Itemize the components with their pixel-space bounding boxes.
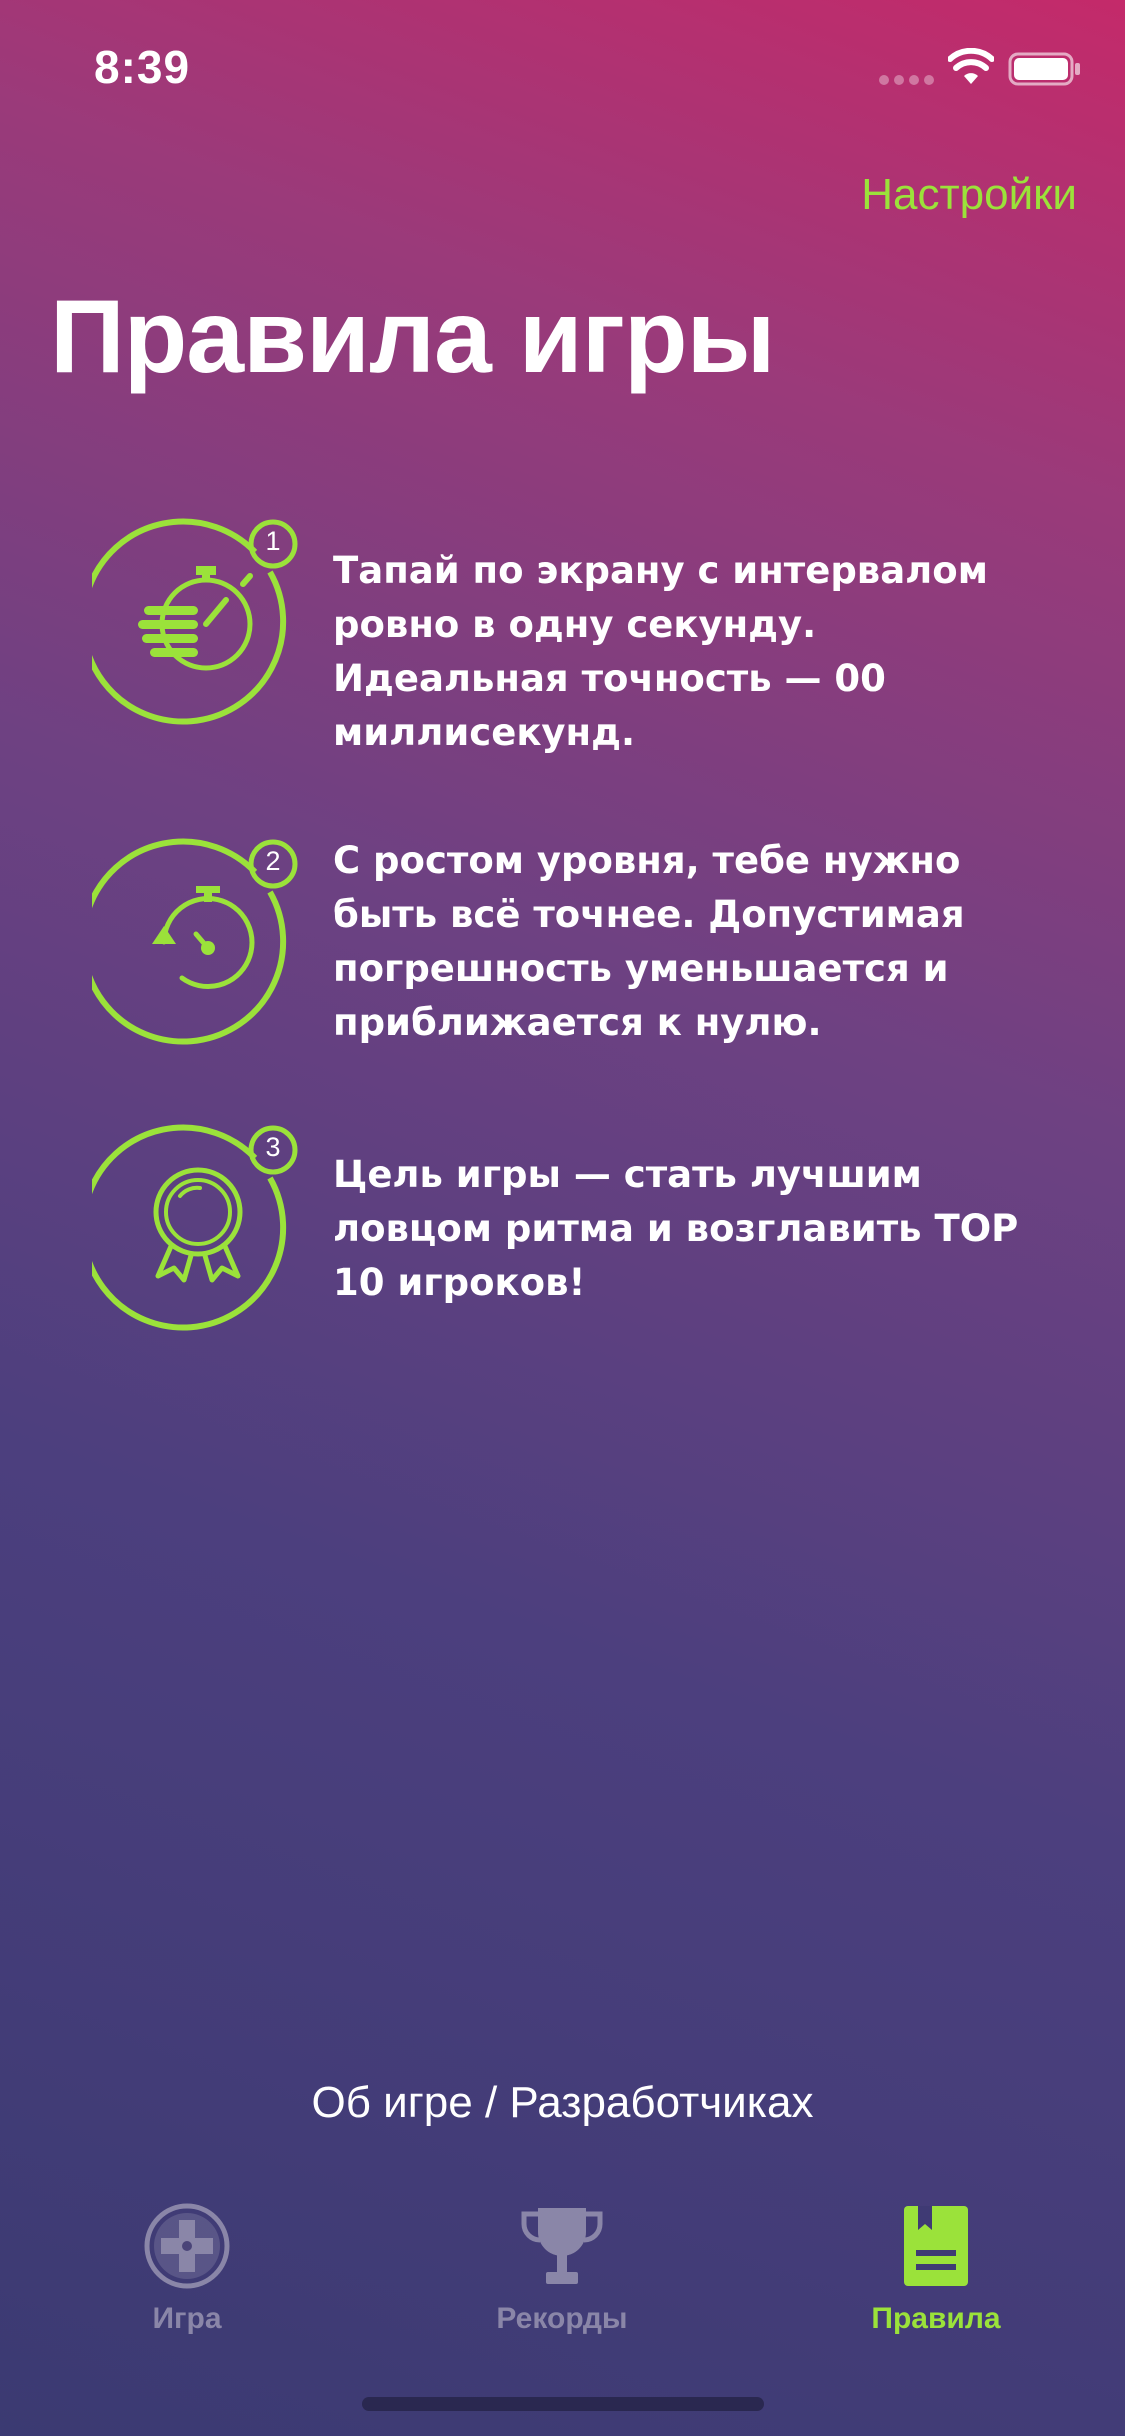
status-bar: 8:39 (0, 0, 1125, 132)
rule-item-1: 1 Тапай по экрану с интервалом ровно в о… (0, 514, 1125, 754)
rule-text-3: Цель игры — стать лучшим ловцом ритма и … (333, 1153, 1019, 1304)
rulebook-icon (904, 2206, 968, 2286)
tab-records[interactable]: Рекорды (432, 2190, 692, 2370)
home-indicator (362, 2397, 764, 2411)
settings-link[interactable]: Настройки (861, 170, 1077, 220)
rule-text-2: С ростом уровня, тебе нужно быть всё точ… (333, 839, 965, 1044)
rule-number-3: 3 (265, 1132, 281, 1162)
about-developers-link[interactable]: Об игре / Разработчиках (0, 2078, 1125, 2128)
rule-number-2: 2 (265, 846, 281, 876)
tab-bar: Игра Рекорды Правила (0, 2190, 1125, 2370)
tab-rules-label: Правила (871, 2302, 1001, 2335)
rule-item-3: 3 Цель игры — стать лучшим ловцом ритма … (0, 1120, 1125, 1332)
page-title: Правила игры (50, 279, 775, 395)
tab-records-label: Рекорды (496, 2302, 628, 2335)
wifi-icon (948, 48, 994, 84)
gamepad-icon (144, 2203, 230, 2289)
rule-text-1: Тапай по экрану с интервалом ровно в одн… (333, 549, 988, 754)
cellular-signal-icon (879, 75, 934, 85)
status-time: 8:39 (94, 41, 191, 93)
battery-icon (1008, 52, 1080, 86)
tab-rules[interactable]: Правила (806, 2190, 1066, 2370)
rule-number-1: 1 (265, 526, 281, 556)
tab-game[interactable]: Игра (57, 2190, 317, 2370)
tab-game-label: Игра (152, 2302, 222, 2335)
rule-item-2: 2 С ростом уровня, тебе нужно быть всё т… (0, 834, 1125, 1046)
trophy-icon (521, 2208, 603, 2284)
